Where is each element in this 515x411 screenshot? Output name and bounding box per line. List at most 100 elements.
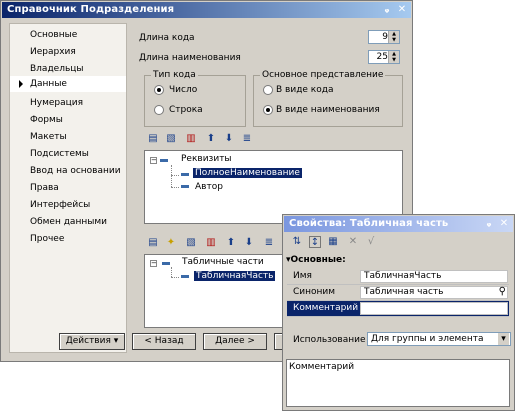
next-button[interactable]: Далее > [203,333,267,350]
code-type-string-radio[interactable] [154,105,164,115]
back-button[interactable]: < Назад [132,333,196,350]
code-type-number-radio[interactable] [154,85,164,95]
title-bar: Справочник Подразделения ᵩ ✕ [2,2,411,18]
properties-page-icon[interactable]: ▦ [327,236,339,248]
attribute-icon [181,173,189,176]
prop-row-comment[interactable]: Комментарий [287,301,509,317]
selected-arrow-icon [19,80,23,88]
collapse-icon[interactable]: − [150,260,157,267]
tree-node-tabular-part[interactable]: ТабличнаяЧасть [194,271,276,281]
attributes-tree[interactable]: − Реквизиты ПолноеНаименование Автор [144,150,403,224]
move-down-icon[interactable]: ⬇ [243,237,255,249]
usage-select[interactable]: Для группы и элемента ▾ [367,332,511,346]
code-length-label: Длина кода [139,33,195,43]
attributes-folder-icon [160,159,168,162]
nav-item-label: Подсистемы [30,149,89,159]
tabular-tree[interactable]: − Табличные части ТабличнаяЧасть [144,254,284,328]
nav-item-label: Владельцы [30,64,84,74]
main-view-group: Основное представление В виде кода В вид… [253,70,403,127]
section-label: Основные: [290,255,346,265]
tree-node-attributes[interactable]: Реквизиты [181,154,232,164]
nav-item-vvod-na-osnovanii[interactable]: Ввод на основании [10,163,126,179]
section-main[interactable]: ▾Основные: [286,255,346,265]
nav-item-numeratsiya[interactable]: Нумерация [10,95,126,111]
spin-arrows-icon[interactable]: ▲ ▼ [388,31,399,43]
add-tabular-icon[interactable]: ▤ [147,237,159,249]
tabular-folder-icon [162,262,170,265]
main-view-code-radio[interactable] [263,85,273,95]
close-icon[interactable]: ✕ [498,218,510,230]
sort-alpha-icon[interactable]: ↕ [309,236,321,248]
code-length-spinner[interactable]: 9 ▲ ▼ [368,30,400,44]
nav-item-ierarhiya[interactable]: Иерархия [10,44,126,60]
attribute-icon [181,185,189,188]
nav-item-label: Основные [30,30,78,40]
tree-line [171,165,172,187]
code-type-group: Тип кода Число Строка [144,70,246,127]
main-view-title: Основное представление [260,70,386,80]
prop-row-synonym[interactable]: Синоним Табличная часть ⚲ [287,285,509,301]
nav-item-interfeysy[interactable]: Интерфейсы [10,197,126,213]
tree-node-author[interactable]: Автор [195,182,223,192]
actions-label: Действия [65,336,111,346]
nav-item-formy[interactable]: Формы [10,112,126,128]
sort-icon[interactable]: ≣ [241,133,253,145]
prop-row-name[interactable]: Имя ТабличнаяЧасть [287,269,509,285]
nav-item-prochee[interactable]: Прочее [10,231,126,247]
nav-item-label: Данные [30,79,67,89]
pin-icon[interactable]: ᵩ [381,4,393,16]
main-view-name-radio[interactable] [263,105,273,115]
code-type-title: Тип кода [151,70,198,80]
actions-button[interactable]: Действия ▾ [59,333,125,350]
comment-area[interactable]: Комментарий [286,359,510,407]
edit-attribute-icon[interactable]: ▧ [165,133,177,145]
nav-item-osnovnye[interactable]: Основные [10,27,126,43]
nav-item-label: Нумерация [30,98,84,108]
prop-name: Синоним [293,287,336,297]
props-window-title: Свойства: Табличная часть [289,218,449,229]
pin-icon[interactable]: ᵩ [483,218,495,230]
move-down-icon[interactable]: ⬇ [223,133,235,145]
name-length-value: 25 [376,52,388,62]
nav-item-dannye[interactable]: Данные [10,76,126,92]
add-tabular-attr-icon[interactable]: ✦ [165,237,177,249]
name-length-spinner[interactable]: 25 ▲ ▼ [368,50,400,64]
tree-node-full-name[interactable]: ПолноеНаименование [193,168,302,178]
prop-value[interactable] [360,302,508,315]
tree-line [171,175,179,176]
spin-arrows-icon[interactable]: ▲ ▼ [388,51,399,63]
next-label: Далее > [215,336,255,346]
apply-icon[interactable]: √ [365,236,377,248]
sort-by-category-icon[interactable]: ⇅ [291,236,303,248]
nav-item-makety[interactable]: Макеты [10,129,126,145]
delete-tabular-icon[interactable]: ▥ [205,237,217,249]
collapse-icon[interactable]: − [150,157,157,164]
chevron-down-icon[interactable]: ▾ [498,333,509,345]
tree-node-tabular-parts[interactable]: Табличные части [182,257,264,267]
nav-item-label: Ввод на основании [30,166,121,176]
props-title-bar: Свойства: Табличная часть ᵩ ✕ [284,216,513,232]
main-view-name-label: В виде наименования [276,105,380,115]
nav-item-vladeltsy[interactable]: Владельцы [10,61,126,77]
back-label: < Назад [144,336,184,346]
nav-item-prava[interactable]: Права [10,180,126,196]
name-length-label: Длина наименования [139,53,241,63]
edit-tabular-icon[interactable]: ▧ [185,237,197,249]
delete-attribute-icon[interactable]: ▥ [185,133,197,145]
nav-item-podsistemy[interactable]: Подсистемы [10,146,126,162]
sort-icon[interactable]: ≣ [263,237,275,249]
move-up-icon[interactable]: ⬆ [205,133,217,145]
tree-line [171,267,172,277]
cancel-icon[interactable]: ✕ [347,236,359,248]
add-attribute-icon[interactable]: ▤ [147,133,159,145]
nav-item-label: Интерфейсы [30,200,91,210]
close-icon[interactable]: ✕ [396,4,408,16]
properties-window: Свойства: Табличная часть ᵩ ✕ ⇅ ↕ ▦ ✕ √ … [282,214,515,411]
search-icon[interactable]: ⚲ [499,286,506,297]
prop-name: Имя [293,271,312,281]
move-up-icon[interactable]: ⬆ [225,237,237,249]
prop-value[interactable]: ТабличнаяЧасть [360,270,508,283]
nav-item-obmen-dannymi[interactable]: Обмен данными [10,214,126,230]
prop-value[interactable]: Табличная часть [360,286,508,299]
comment-text: Комментарий [289,362,355,372]
